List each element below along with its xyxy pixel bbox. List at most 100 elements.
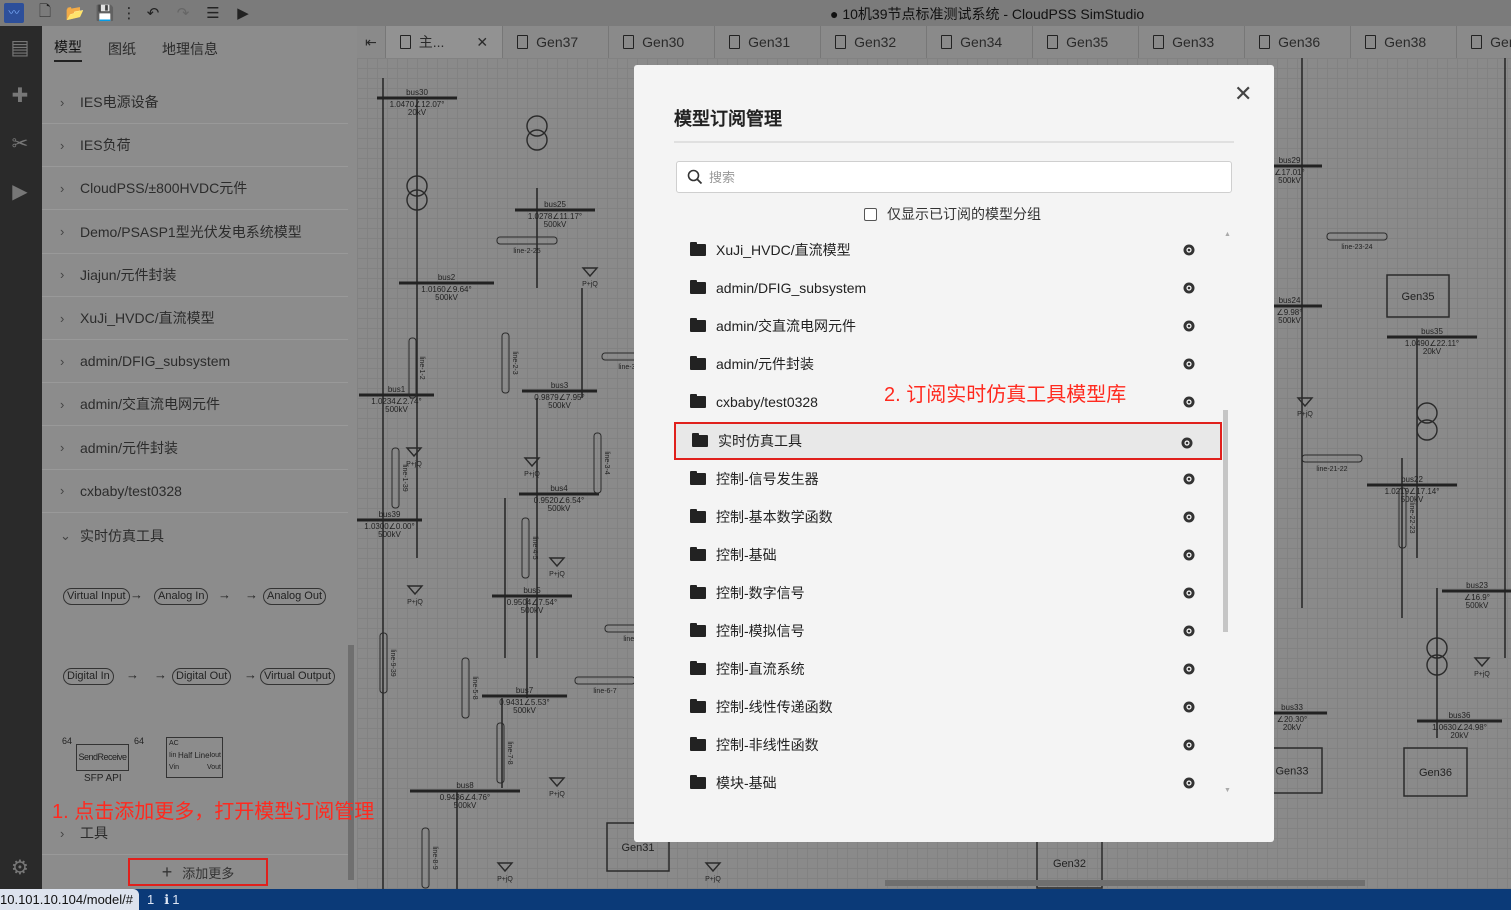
bus-name: bus23 <box>1466 581 1488 590</box>
tree-item[interactable]: › Jiajun/元件封装 <box>42 254 348 297</box>
component-virtual-input[interactable]: Virtual Input <box>63 588 130 605</box>
transmission-line <box>574 676 636 685</box>
model-group-row[interactable]: 控制-非线性函数 <box>674 726 1222 764</box>
model-group-row[interactable]: 控制-数字信号 <box>674 574 1222 612</box>
model-group-row[interactable]: XuJi_HVDC/直流模型 <box>674 231 1222 269</box>
run-icon[interactable]: ▶ <box>234 4 252 22</box>
eye-icon[interactable] <box>1182 549 1196 561</box>
tree-item[interactable]: › admin/交直流电网元件 <box>42 383 348 427</box>
eye-icon[interactable] <box>1182 739 1196 751</box>
tab-document[interactable]: Gen37 <box>503 26 610 58</box>
add-more-button[interactable]: + 添加更多 <box>128 858 268 886</box>
folder-icon <box>690 356 706 371</box>
model-group-row[interactable]: admin/DFIG_subsystem <box>674 269 1222 307</box>
model-group-list: XuJi_HVDC/直流模型 admin/DFIG_subsystem admin/… <box>674 231 1222 801</box>
eye-icon[interactable] <box>1182 625 1196 637</box>
window-title: ● 10机39节点标准测试系统 - CloudPSS SimStudio <box>830 6 1145 22</box>
tree-item[interactable]: › IES负荷 <box>42 124 348 168</box>
bus-kv: 500kV <box>385 405 408 414</box>
eye-icon[interactable] <box>1182 473 1196 485</box>
info-count[interactable]: 1 <box>172 892 179 907</box>
scroll-down-arrow-icon[interactable]: ▼ <box>1224 787 1231 794</box>
tree-item[interactable]: › cxbaby/test0328 <box>42 470 348 513</box>
component-analog-in[interactable]: Analog In <box>154 588 209 605</box>
undo-icon[interactable]: ↶ <box>144 4 162 22</box>
only-subscribed-checkbox[interactable]: 仅显示已订阅的模型分组 <box>864 204 1041 224</box>
model-group-row[interactable]: 控制-基本数学函数 <box>674 498 1222 536</box>
new-file-icon[interactable]: 🗋 <box>36 3 54 22</box>
model-group-row[interactable]: 模块-基础 <box>674 764 1222 802</box>
collapse-panel-icon[interactable]: ⇤ <box>357 26 386 58</box>
eye-icon[interactable] <box>1182 282 1196 294</box>
edit-list-icon[interactable]: ☰ <box>204 4 222 22</box>
tab-document[interactable]: Gen30 <box>609 26 716 58</box>
eye-icon[interactable] <box>1182 701 1196 713</box>
component-analog-out[interactable]: Analog Out <box>263 588 327 605</box>
canvas-horizontal-scrollbar[interactable] <box>885 880 1365 886</box>
tab-document[interactable]: Gen34 <box>927 26 1034 58</box>
save-icon[interactable]: 💾 <box>96 4 115 22</box>
eye-icon[interactable] <box>1182 244 1196 256</box>
search-field[interactable] <box>676 161 1232 193</box>
model-group-row[interactable]: 实时仿真工具 <box>674 421 1222 460</box>
tab-drawing[interactable]: 图纸 <box>108 39 136 59</box>
eye-icon[interactable] <box>1180 437 1194 449</box>
play-circle-icon[interactable]: ▶ <box>8 180 32 204</box>
sidebar-scrollbar[interactable] <box>348 645 354 880</box>
component-digital-in[interactable]: Digital In <box>63 668 114 685</box>
transmission-line <box>391 447 400 509</box>
tree-item-realtime-tools[interactable]: ⌄ 实时仿真工具 <box>42 514 348 557</box>
component-half-line[interactable]: AC Iin Vin Half Line Iout Vout <box>166 737 223 778</box>
tree-item[interactable]: › IES电源设备 <box>42 81 348 124</box>
tree-item[interactable]: › admin/DFIG_subsystem <box>42 340 348 384</box>
eye-icon[interactable] <box>1182 777 1196 789</box>
tree-item[interactable]: › CloudPSS/±800HVDC元件 <box>42 167 348 211</box>
scroll-up-arrow-icon[interactable]: ▲ <box>1224 231 1231 238</box>
bus-name: bus36 <box>1449 711 1471 720</box>
generator-label: Gen31 <box>621 842 654 854</box>
tab-document[interactable]: Gen36 <box>1245 26 1352 58</box>
model-panel-icon[interactable]: ▤ <box>8 36 32 60</box>
list-scrollbar[interactable] <box>1223 410 1228 632</box>
tools-icon[interactable]: ✂ <box>8 132 32 156</box>
checkbox[interactable] <box>864 207 877 221</box>
tree-item[interactable]: › XuJi_HVDC/直流模型 <box>42 297 348 340</box>
settings-gear-icon[interactable]: ⚙ <box>8 856 32 880</box>
model-group-row[interactable]: 控制-信号发生器 <box>674 460 1222 498</box>
close-icon[interactable]: ✕ <box>1234 81 1252 107</box>
more-icon[interactable]: ⋮ <box>122 4 137 22</box>
eye-icon[interactable] <box>1182 320 1196 332</box>
eye-icon[interactable] <box>1182 587 1196 599</box>
search-input[interactable] <box>709 169 1209 185</box>
model-group-row[interactable]: 控制-模拟信号 <box>674 612 1222 650</box>
open-folder-icon[interactable]: 📂 <box>66 4 85 22</box>
error-count[interactable]: 1 <box>147 892 154 907</box>
tab-document[interactable]: 主... ✕ <box>385 26 504 58</box>
component-sfp-api[interactable]: 64 SendReceive 64 SFP API <box>62 736 144 786</box>
model-group-row[interactable]: 控制-直流系统 <box>674 650 1222 688</box>
load-icon <box>496 862 514 873</box>
redo-icon[interactable]: ↷ <box>174 4 192 22</box>
tab-document[interactable]: Gen32 <box>821 26 928 58</box>
eye-icon[interactable] <box>1182 663 1196 675</box>
eye-icon[interactable] <box>1182 511 1196 523</box>
model-group-row[interactable]: admin/交直流电网元件 <box>674 307 1222 345</box>
component-virtual-output[interactable]: Virtual Output <box>260 668 336 685</box>
tab-model[interactable]: 模型 <box>54 37 82 62</box>
model-group-row[interactable]: 控制-线性传递函数 <box>674 688 1222 726</box>
tree-item[interactable]: › admin/元件封装 <box>42 427 348 470</box>
close-tab-icon[interactable]: ✕ <box>476 34 488 51</box>
tree-item[interactable]: › Demo/PSASP1型光伏发电系统模型 <box>42 211 348 254</box>
tab-document[interactable]: Gen35 <box>1033 26 1140 58</box>
eye-icon[interactable] <box>1182 358 1196 370</box>
model-group-row[interactable]: 控制-基础 <box>674 536 1222 574</box>
tab-document[interactable]: Gen31 <box>715 26 822 58</box>
tab-geo-info[interactable]: 地理信息 <box>162 39 218 59</box>
tab-document[interactable]: Gen <box>1457 26 1511 58</box>
component-digital-out[interactable]: Digital Out <box>172 668 232 685</box>
plugin-icon[interactable]: ✚ <box>8 84 32 108</box>
tab-document[interactable]: Gen33 <box>1139 26 1246 58</box>
tab-document[interactable]: Gen38 <box>1351 26 1458 58</box>
bus-name: bus25 <box>544 200 566 209</box>
eye-icon[interactable] <box>1182 396 1196 408</box>
